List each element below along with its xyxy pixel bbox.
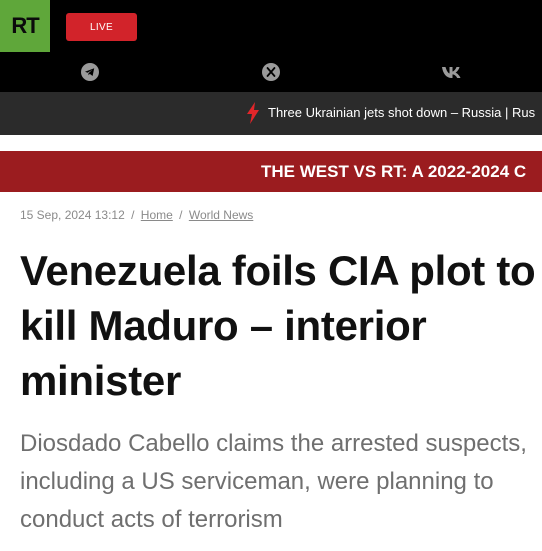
news-ticker[interactable]: Three Ukrainian jets shot down – Russia …: [0, 92, 542, 135]
live-button[interactable]: LIVE: [66, 13, 137, 41]
x-icon[interactable]: [261, 62, 281, 82]
vk-icon[interactable]: [440, 62, 464, 82]
article-summary: Diosdado Cabello claims the arrested sus…: [20, 430, 527, 533]
top-header: RT LIVE: [0, 0, 542, 92]
page: RT LIVE Three Ukrainian jets shot down –…: [0, 0, 542, 551]
article-date: 15 Sep, 2024 13:12: [20, 208, 125, 222]
promo-text[interactable]: THE WEST VS RT: A 2022-2024 C: [261, 162, 526, 182]
breadcrumb-home[interactable]: Home: [141, 208, 173, 222]
breadcrumb-world-news[interactable]: World News: [189, 208, 253, 222]
rt-logo[interactable]: RT: [0, 0, 50, 52]
telegram-icon[interactable]: [80, 62, 100, 82]
article-meta: 15 Sep, 2024 13:12 / Home / World News: [20, 208, 253, 222]
breadcrumb-separator: /: [131, 208, 135, 222]
ticker-text[interactable]: Three Ukrainian jets shot down – Russia …: [268, 105, 535, 120]
lightning-icon: [246, 102, 260, 129]
article-headline: Venezuela foils CIA plot to kill Maduro …: [20, 247, 536, 404]
promo-banner[interactable]: THE WEST VS RT: A 2022-2024 C: [0, 151, 542, 192]
breadcrumb-separator: /: [179, 208, 183, 222]
